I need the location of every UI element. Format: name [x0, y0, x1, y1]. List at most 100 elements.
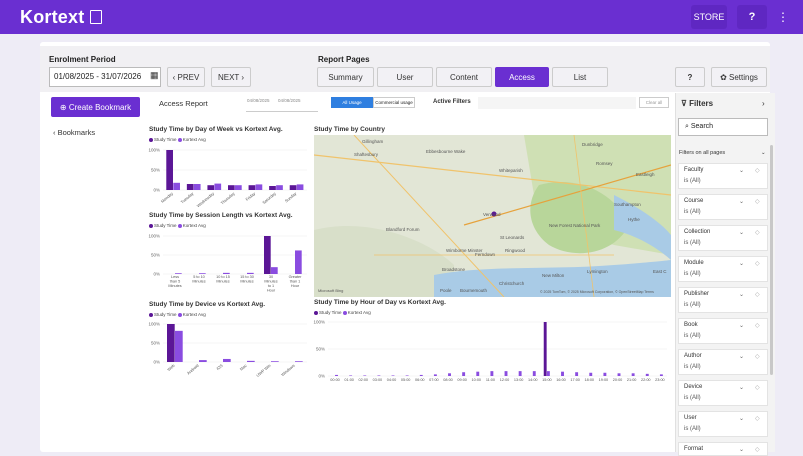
bar-kortext-avg[interactable]: [546, 371, 550, 376]
bar-kortext-avg[interactable]: [363, 375, 367, 376]
bar-kortext-avg[interactable]: [247, 360, 255, 362]
bar-kortext-avg[interactable]: [271, 361, 279, 362]
bar-kortext-avg[interactable]: [175, 330, 183, 362]
eraser-icon[interactable]: ◇: [755, 260, 760, 267]
chevron-down-icon[interactable]: ⌄: [739, 415, 744, 422]
bar-kortext-avg[interactable]: [504, 371, 508, 376]
eraser-icon[interactable]: ◇: [755, 322, 760, 329]
bar-kortext-avg[interactable]: [589, 372, 593, 376]
filter-card-collection[interactable]: Collection ⌄ ◇ is (All): [678, 225, 768, 251]
bar-kortext-avg[interactable]: [518, 371, 522, 376]
eraser-icon[interactable]: ◇: [755, 198, 760, 205]
bar-kortext-avg[interactable]: [490, 371, 494, 376]
all-usage-toggle[interactable]: All Usage: [331, 97, 373, 108]
bar-kortext-avg[interactable]: [645, 373, 649, 376]
bar-kortext-avg[interactable]: [295, 250, 302, 274]
chevron-down-icon[interactable]: ⌄: [739, 322, 744, 329]
filter-card-device[interactable]: Device ⌄ ◇ is (All): [678, 380, 768, 406]
bar-kortext-avg[interactable]: [532, 371, 536, 376]
tab-user[interactable]: User: [377, 67, 433, 87]
bar-kortext-avg[interactable]: [296, 184, 304, 190]
bar-kortext-avg[interactable]: [476, 371, 480, 376]
filter-card-course[interactable]: Course ⌄ ◇ is (All): [678, 194, 768, 220]
help-button[interactable]: ?: [737, 5, 767, 29]
bar-kortext-avg[interactable]: [276, 185, 283, 190]
chevron-down-icon[interactable]: ⌄: [739, 353, 744, 360]
bar-kortext-avg[interactable]: [561, 371, 564, 376]
bar-study-time[interactable]: [543, 322, 547, 376]
bar-kortext-avg[interactable]: [295, 361, 303, 362]
filter-card-author[interactable]: Author ⌄ ◇ is (All): [678, 349, 768, 375]
filters-scrollbar[interactable]: [770, 145, 773, 375]
bar-kortext-avg[interactable]: [631, 373, 635, 376]
chevron-down-icon[interactable]: ⌄: [739, 384, 744, 391]
bar-study-time[interactable]: [167, 324, 175, 362]
bar-kortext-avg[interactable]: [199, 273, 206, 274]
bar-kortext-avg[interactable]: [405, 375, 409, 376]
prev-button[interactable]: ‹ PREV: [167, 67, 205, 87]
bar-kortext-avg[interactable]: [617, 373, 621, 376]
collapse-filters-icon[interactable]: ›: [762, 99, 765, 108]
eraser-icon[interactable]: ◇: [755, 291, 760, 298]
bookmarks-link[interactable]: ‹ Bookmarks: [53, 128, 95, 137]
bar-kortext-avg[interactable]: [193, 184, 201, 190]
bar-kortext-avg[interactable]: [335, 374, 338, 376]
eraser-icon[interactable]: ◇: [755, 415, 760, 422]
bar-kortext-avg[interactable]: [271, 267, 278, 274]
chevron-down-icon[interactable]: ⌄: [739, 260, 744, 267]
bar-kortext-avg[interactable]: [419, 374, 423, 376]
filter-card-book[interactable]: Book ⌄ ◇ is (All): [678, 318, 768, 344]
bar-kortext-avg[interactable]: [462, 372, 466, 376]
clear-all-button[interactable]: Clear all: [639, 97, 669, 108]
bar-study-time[interactable]: [264, 236, 271, 274]
tab-summary[interactable]: Summary: [317, 67, 374, 87]
tab-list[interactable]: List: [552, 67, 608, 87]
date-range-field[interactable]: 01/08/2025 - 31/07/2026: [49, 67, 161, 87]
date-slider-track[interactable]: [246, 111, 318, 112]
create-bookmark-button[interactable]: ⊕ Create Bookmark: [51, 97, 140, 117]
bar-kortext-avg[interactable]: [175, 273, 182, 274]
commercial-usage-toggle[interactable]: Commercial usage: [373, 97, 415, 108]
filter-card-publisher[interactable]: Publisher ⌄ ◇ is (All): [678, 287, 768, 313]
bar-study-time[interactable]: [269, 186, 276, 190]
eraser-icon[interactable]: ◇: [755, 229, 760, 236]
bar-kortext-avg[interactable]: [223, 358, 231, 362]
bar-study-time[interactable]: [248, 185, 256, 190]
bar-kortext-avg[interactable]: [199, 360, 207, 362]
bar-kortext-avg[interactable]: [255, 184, 263, 190]
bar-kortext-avg[interactable]: [223, 272, 230, 274]
bar-study-time[interactable]: [207, 185, 215, 190]
bar-kortext-avg[interactable]: [377, 375, 381, 376]
filter-card-faculty[interactable]: Faculty ⌄ ◇ is (All): [678, 163, 768, 189]
bar-kortext-avg[interactable]: [575, 372, 579, 376]
bar-kortext-avg[interactable]: [659, 374, 663, 376]
bar-study-time[interactable]: [186, 184, 194, 190]
bar-kortext-avg[interactable]: [603, 372, 607, 376]
next-button[interactable]: NEXT ›: [211, 67, 251, 87]
bar-study-time[interactable]: [228, 185, 235, 190]
bar-kortext-avg[interactable]: [214, 183, 222, 190]
bar-kortext-avg[interactable]: [433, 374, 437, 376]
eraser-icon[interactable]: ◇: [755, 384, 760, 391]
tab-access[interactable]: Access: [495, 67, 549, 87]
chevron-down-icon[interactable]: ⌄: [739, 291, 744, 298]
eraser-icon[interactable]: ◇: [755, 167, 760, 174]
bar-kortext-avg[interactable]: [391, 375, 395, 376]
eraser-icon[interactable]: ◇: [755, 353, 760, 360]
brand-logo[interactable]: Kortext: [20, 7, 84, 28]
bar-kortext-avg[interactable]: [247, 272, 254, 274]
bar-study-time[interactable]: [166, 150, 173, 190]
chevron-down-icon[interactable]: ⌄: [739, 198, 744, 205]
settings-button[interactable]: ✿ Settings: [711, 67, 767, 87]
chevron-down-icon[interactable]: ⌄: [739, 229, 744, 236]
tab-content[interactable]: Content: [436, 67, 492, 87]
more-menu-button[interactable]: ⋮: [775, 5, 791, 29]
filter-card-module[interactable]: Module ⌄ ◇ is (All): [678, 256, 768, 282]
bar-study-time[interactable]: [289, 185, 297, 190]
calendar-icon[interactable]: ▦: [150, 70, 159, 81]
store-button[interactable]: STORE: [691, 5, 727, 29]
bar-kortext-avg[interactable]: [235, 185, 242, 190]
bar-kortext-avg[interactable]: [349, 375, 353, 376]
bar-kortext-avg[interactable]: [173, 182, 180, 190]
chevron-down-icon[interactable]: ⌄: [739, 167, 744, 174]
